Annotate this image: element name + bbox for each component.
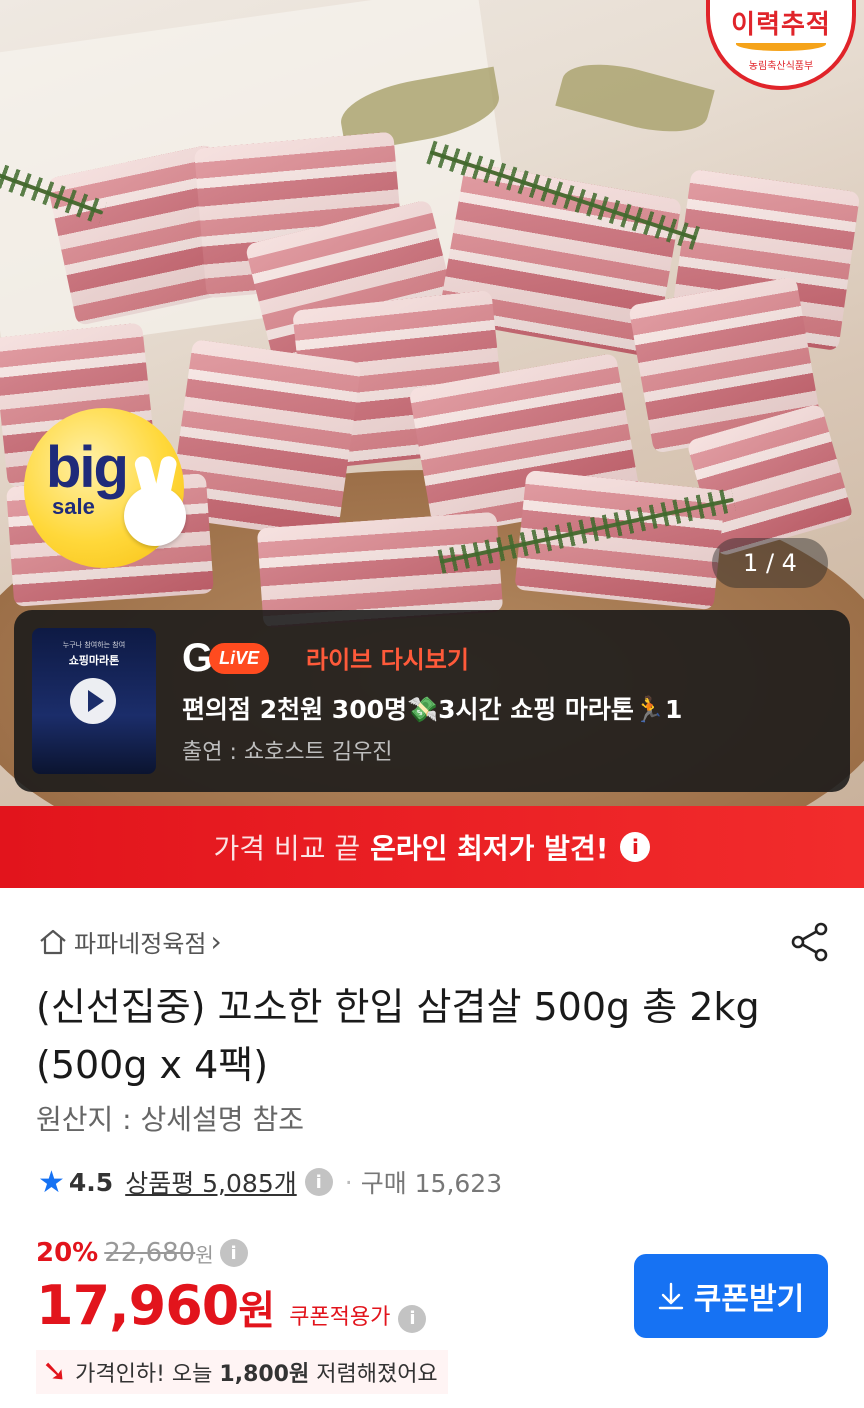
glive-live-pill: LiVE — [209, 642, 270, 674]
sale-price-currency: 원 — [238, 1288, 276, 1334]
badge-arc — [736, 37, 826, 51]
rating-row: ★ 4.5 상품평 5,085개 i · 구매 15,623 — [38, 1164, 502, 1200]
big-sale-sale: sale — [52, 494, 95, 519]
price-drop-amount: 1,800원 — [219, 1362, 310, 1387]
banner-text-regular: 가격 비교 끝 — [213, 832, 361, 865]
original-price: 22,680 — [104, 1238, 196, 1268]
thumbnail-title-text: 쇼핑마라톤 — [68, 654, 120, 667]
big-sale-big: big — [46, 435, 129, 500]
thumbnail-subtitle: 누구나 참여하는 참여 — [62, 641, 126, 649]
purchase-count: 구매 15,623 — [360, 1169, 503, 1198]
image-counter: 1 / 4 — [712, 538, 828, 588]
star-icon: ★ — [38, 1164, 65, 1200]
discount-row: 20% 22,680 원 i — [36, 1238, 248, 1268]
rating-score: 4.5 — [68, 1167, 114, 1197]
product-image-carousel[interactable]: 이력추적 농림축산식품부 big sale 1 / 4 누구나 참여하는 참여 … — [0, 0, 864, 806]
sale-price-row: 17,960 원 쿠폰적용가 i — [36, 1274, 427, 1337]
info-icon[interactable]: i — [219, 1239, 248, 1267]
live-thumbnail[interactable]: 누구나 참여하는 참여 쇼핑마라톤 — [32, 628, 156, 774]
live-replay-card[interactable]: 누구나 참여하는 참여 쇼핑마라톤 G LiVE 라이브 다시보기 편의점 2천… — [14, 610, 850, 792]
bay-leaf — [555, 51, 715, 145]
banner-text-bold: 온라인 최저가 발견! — [370, 832, 609, 865]
live-title: 편의점 2천원 300명💸3시간 쇼핑 마라톤🏃1 — [182, 695, 683, 724]
sale-price: 17,960 — [36, 1274, 239, 1337]
store-link[interactable]: 파파네정육점 › — [38, 924, 222, 959]
live-replay-label[interactable]: 라이브 다시보기 — [306, 640, 469, 675]
reviews-link[interactable]: 상품평 5,085개 — [125, 1164, 297, 1200]
get-coupon-label: 쿠폰받기 — [693, 1282, 805, 1317]
info-icon[interactable]: i — [620, 832, 651, 862]
thumbnail-title: 누구나 참여하는 참여 쇼핑마라톤 — [32, 640, 156, 668]
glive-logo: G LiVE — [182, 638, 270, 678]
traceability-badge: 이력추적 농림축산식품부 — [706, 0, 856, 90]
product-origin: 원산지 : 상세설명 참조 — [36, 1103, 304, 1136]
lowest-price-banner[interactable]: 가격 비교 끝 온라인 최저가 발견! i — [0, 806, 864, 888]
info-icon[interactable]: i — [304, 1168, 333, 1196]
play-icon[interactable] — [70, 678, 116, 724]
live-cast: 출연 : 쇼호스트 김우진 — [182, 740, 393, 765]
get-coupon-button[interactable]: 쿠폰받기 — [634, 1254, 828, 1338]
original-price-currency: 원 — [195, 1242, 214, 1267]
traceability-badge-title: 이력추적 — [731, 10, 831, 40]
price-drop-suffix: 저렴해졌어요 — [316, 1362, 438, 1387]
share-icon[interactable] — [788, 920, 832, 964]
separator-dot: · — [344, 1167, 353, 1197]
discount-rate: 20% — [36, 1238, 99, 1268]
price-drop-prefix: 가격인하! 오늘 — [75, 1362, 213, 1387]
price-drop-notice: ➘ 가격인하! 오늘 1,800원 저렴해졌어요 — [36, 1350, 448, 1394]
product-page: 이력추적 농림축산식품부 big sale 1 / 4 누구나 참여하는 참여 … — [0, 0, 864, 1408]
chevron-right-icon: › — [210, 925, 222, 958]
product-title: (신선집중) 꼬소한 한입 삼겹살 500g 총 2kg (500g x 4팩) — [36, 985, 760, 1087]
traceability-badge-sub: 농림축산식품부 — [748, 61, 814, 72]
coupon-price-label: 쿠폰적용가 — [289, 1305, 391, 1330]
home-icon — [40, 929, 66, 954]
big-sale-badge: big sale — [24, 408, 186, 568]
down-arrow-icon: ➘ — [42, 1354, 68, 1389]
download-icon — [658, 1282, 683, 1310]
store-name: 파파네정육점 — [74, 930, 207, 958]
bunny-icon — [124, 486, 186, 546]
info-icon[interactable]: i — [398, 1304, 427, 1333]
